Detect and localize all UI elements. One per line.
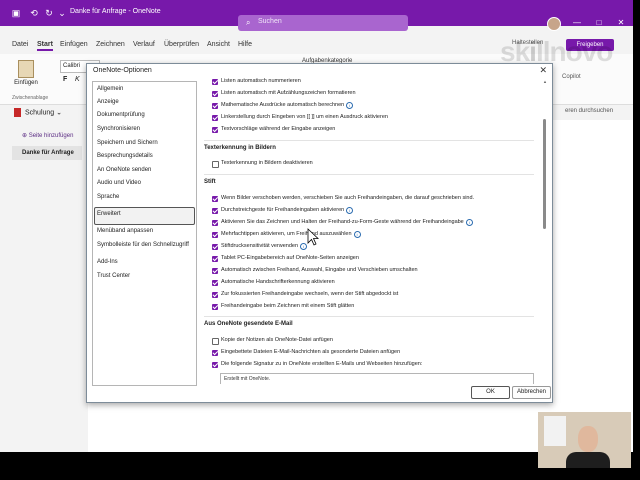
checkbox[interactable]: [212, 350, 218, 356]
nav-symbolleiste[interactable]: Symbolleiste für den Schnellzugriff: [97, 242, 189, 248]
webcam-overlay: [538, 412, 631, 468]
nav-anzeige[interactable]: Anzeige: [97, 99, 119, 105]
checkbox[interactable]: [212, 304, 218, 310]
avatar[interactable]: [547, 17, 561, 31]
nav-add-ins[interactable]: Add-Ins: [97, 259, 118, 265]
tab-zeichnen[interactable]: Zeichnen: [96, 41, 125, 48]
add-page-button[interactable]: ⊕ Seite hinzufügen: [22, 132, 73, 139]
clipboard-icon: [18, 60, 34, 78]
options-nav: Allgemein Anzeige Dokumentprüfung Synchr…: [92, 81, 197, 386]
checkbox[interactable]: [212, 220, 218, 226]
nav-synchronisieren[interactable]: Synchronisieren: [97, 126, 140, 132]
separator: [204, 174, 534, 175]
checkbox[interactable]: [212, 256, 218, 262]
info-icon[interactable]: i: [353, 231, 361, 238]
search-box[interactable]: ⌕ Suchen: [238, 15, 408, 31]
options-scrollbar[interactable]: [543, 79, 547, 383]
checkbox[interactable]: [212, 244, 218, 250]
search-icon: ⌕: [246, 18, 251, 27]
checkbox[interactable]: [212, 232, 218, 238]
nav-allgemein[interactable]: Allgemein: [97, 86, 123, 92]
maximize-icon[interactable]: □: [592, 17, 606, 29]
tab-ansicht[interactable]: Ansicht: [207, 41, 230, 48]
webcam-background-window: [544, 416, 566, 446]
clipboard-group-label: Zwischenablage: [12, 95, 49, 101]
checkbox[interactable]: [212, 161, 219, 168]
nav-audio-video[interactable]: Audio und Video: [97, 180, 141, 186]
notebook-name: Schulung: [25, 109, 55, 117]
back-icon[interactable]: ⟲: [28, 7, 40, 19]
tab-hilfe[interactable]: Hilfe: [238, 41, 252, 48]
separator: [204, 316, 534, 317]
checkbox[interactable]: [212, 280, 218, 286]
checkbox[interactable]: [212, 115, 218, 121]
nav-trust-center[interactable]: Trust Center: [97, 273, 130, 279]
tab-einfuegen[interactable]: Einfügen: [60, 41, 88, 48]
paste-label: Einfügen: [14, 80, 38, 86]
signature-textarea[interactable]: Erstellt mit OneNote.: [220, 373, 534, 384]
checkbox[interactable]: [212, 79, 218, 85]
bold-button[interactable]: F: [63, 76, 67, 83]
tab-ueberpruefen[interactable]: Überprüfen: [164, 41, 199, 48]
checkbox[interactable]: [212, 91, 218, 97]
page-list-item[interactable]: Danke für Anfrage: [12, 146, 82, 160]
dialog-close-icon[interactable]: ✕: [539, 65, 547, 76]
scroll-thumb[interactable]: [543, 119, 546, 229]
nav-besprechungsdetails[interactable]: Besprechungsdetails: [97, 153, 153, 159]
info-icon[interactable]: i: [300, 243, 308, 250]
minimize-icon[interactable]: —: [570, 17, 584, 29]
search-notebooks-label[interactable]: eren durchsuchen: [565, 108, 613, 114]
notebook-icon: [14, 108, 21, 117]
checkbox[interactable]: [212, 362, 218, 368]
checkbox[interactable]: [212, 127, 218, 133]
info-icon[interactable]: i: [346, 207, 354, 214]
search-input[interactable]: Suchen: [258, 18, 282, 25]
tab-verlauf[interactable]: Verlauf: [133, 41, 155, 48]
presenter-body: [566, 452, 610, 468]
italic-button[interactable]: K: [75, 76, 80, 83]
mouse-cursor-icon: [307, 228, 320, 246]
close-icon[interactable]: ✕: [614, 17, 628, 29]
copilot-button[interactable]: Copilot: [562, 74, 581, 80]
notebook-selector[interactable]: Schulung ⌄: [14, 108, 74, 120]
nav-speichern[interactable]: Speichern und Sichern: [97, 140, 158, 146]
nav-an-onenote-senden[interactable]: An OneNote senden: [97, 167, 151, 173]
checkbox[interactable]: [212, 268, 218, 274]
options-content: Listen automatisch nummerieren Listen au…: [202, 78, 542, 384]
document-title: Danke für Anfrage - OneNote: [70, 8, 161, 15]
checkbox[interactable]: [212, 208, 218, 214]
tab-datei[interactable]: Datei: [12, 41, 28, 48]
section-heading-pen: Stift: [204, 179, 216, 185]
info-icon[interactable]: i: [346, 102, 354, 109]
info-icon[interactable]: i: [465, 219, 473, 226]
cancel-button[interactable]: Abbrechen: [512, 386, 551, 399]
section-heading-ocr: Texterkennung in Bildern: [204, 145, 276, 151]
nav-menueband[interactable]: Menüband anpassen: [97, 228, 153, 234]
title-bar: ▣ ⟲ ↻ ⌄ Danke für Anfrage - OneNote ⌕ Su…: [0, 0, 633, 31]
paste-button[interactable]: Einfügen: [14, 60, 38, 90]
checkbox[interactable]: [212, 338, 219, 345]
tab-start[interactable]: Start: [37, 41, 53, 51]
checkbox[interactable]: [212, 292, 218, 298]
onenote-logo-icon: ▣: [11, 8, 21, 18]
separator: [204, 140, 534, 141]
nav-sprache[interactable]: Sprache: [97, 194, 119, 200]
checkbox[interactable]: [212, 103, 218, 109]
section-heading-mail: Aus OneNote gesendete E-Mail: [204, 321, 293, 327]
presenter-head: [578, 426, 598, 452]
quick-access-chevron-icon[interactable]: ⌄: [56, 7, 68, 19]
signature-text[interactable]: Erstellt mit OneNote.: [224, 376, 270, 382]
sync-icon[interactable]: ↻: [43, 7, 55, 19]
ok-button[interactable]: OK: [471, 386, 510, 399]
checkbox[interactable]: [212, 196, 218, 202]
nav-erweitert[interactable]: Erweitert: [97, 211, 121, 217]
dialog-title: OneNote-Optionen: [93, 67, 152, 74]
nav-dokumentpruefung[interactable]: Dokumentprüfung: [97, 112, 145, 118]
